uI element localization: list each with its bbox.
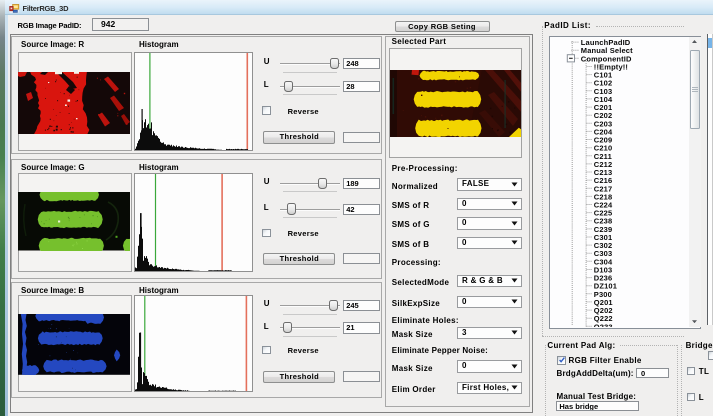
svg-text:Q233: Q233 <box>593 322 612 327</box>
